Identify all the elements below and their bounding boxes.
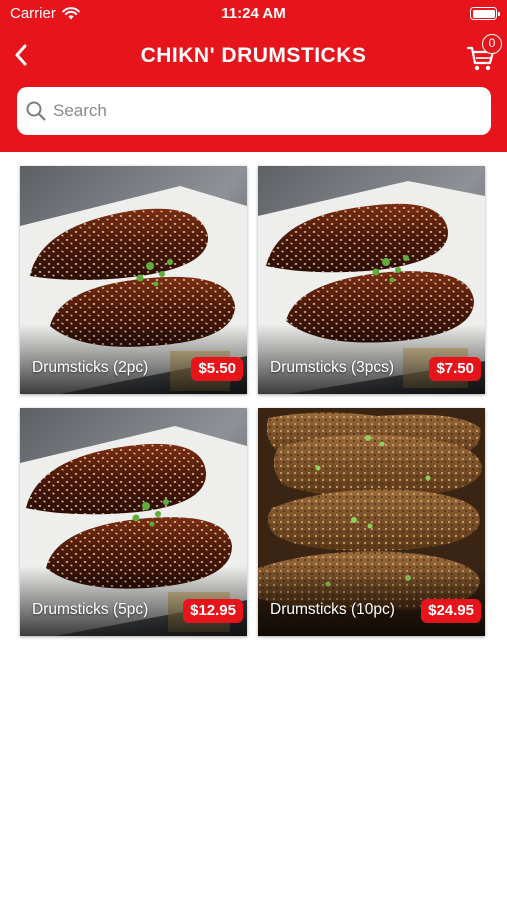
product-name: Drumsticks (3pcs) [270,359,395,376]
price-badge: $12.95 [183,599,243,623]
price-badge: $24.95 [421,599,481,623]
product-grid: Drumsticks (2pc) $5.50 Drumsticks (3pcs)… [0,0,507,900]
product-card[interactable]: Drumsticks (3pcs) $7.50 [258,166,485,394]
product-name: Drumsticks (5pc) [32,601,149,618]
product-card[interactable]: Drumsticks (2pc) $5.50 [20,166,247,394]
price-badge: $7.50 [429,357,481,381]
product-name: Drumsticks (2pc) [32,359,149,376]
product-name: Drumsticks (10pc) [270,601,395,618]
product-card[interactable]: Drumsticks (10pc) $24.95 [258,408,485,636]
product-card[interactable]: Drumsticks (5pc) $12.95 [20,408,247,636]
price-badge: $5.50 [191,357,243,381]
